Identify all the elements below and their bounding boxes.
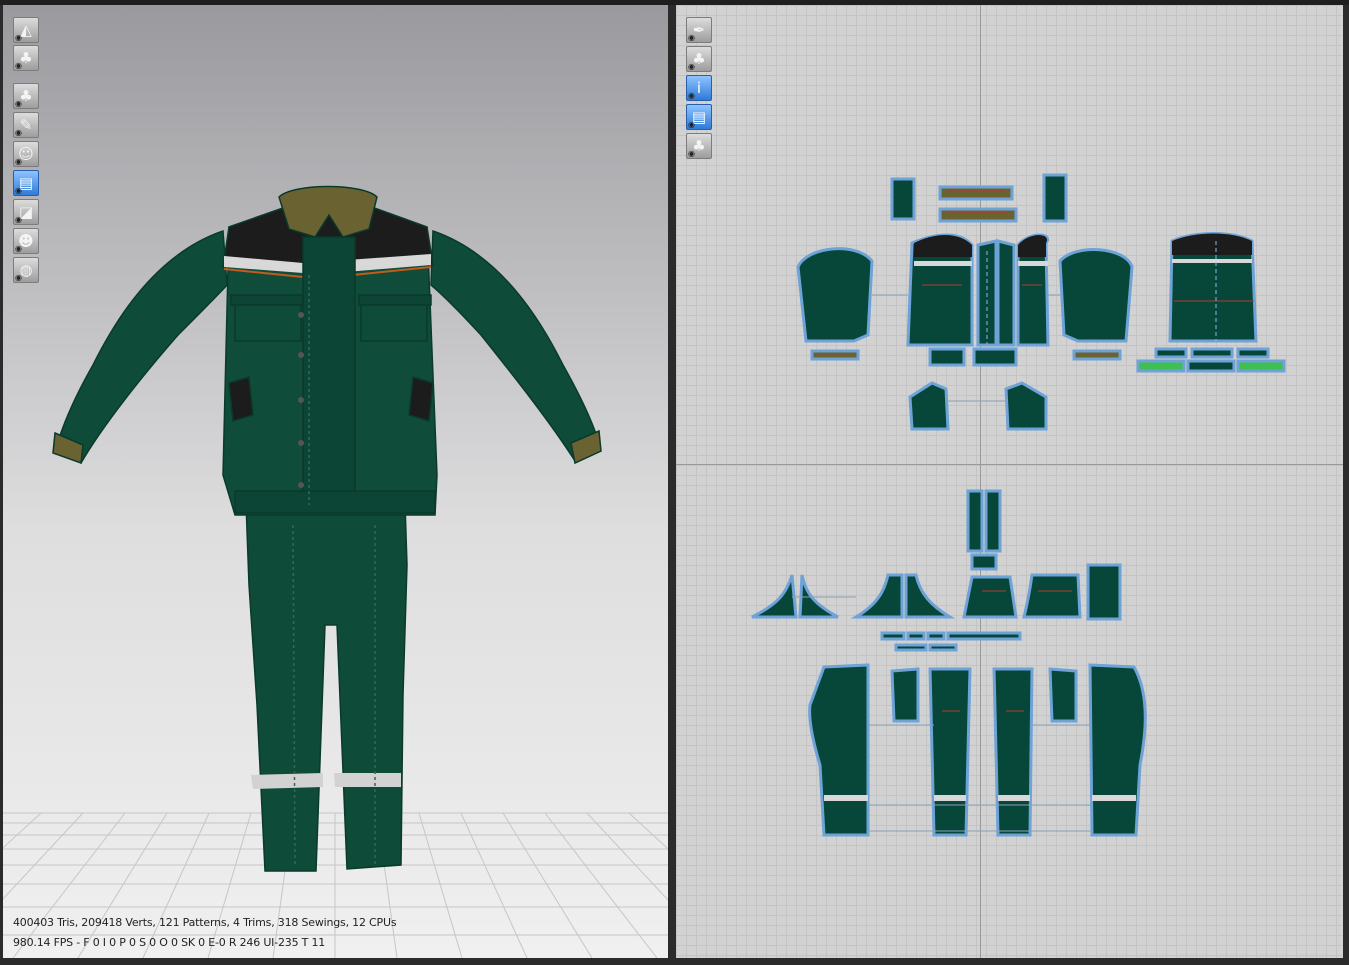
2d-pattern-viewport[interactable]: ✒ ◉ ♣ ◉ i ◉ ▤ ◉ ♣ ◉: [676, 5, 1343, 958]
trousers-patterns: [751, 489, 1147, 837]
pattern-layout: [751, 173, 1286, 837]
trousers-model: [245, 502, 408, 872]
performance-stats: 980.14 FPS - F 0 I 0 P 0 S 0 O 0 SK 0 E-…: [13, 936, 326, 949]
trousers-reflective-bands: [824, 795, 1136, 801]
scene-stats: 400403 Tris, 209418 Verts, 121 Patterns,…: [13, 916, 397, 929]
3d-scene: [3, 185, 668, 958]
jacket-patterns: [796, 173, 1286, 431]
3d-viewport[interactable]: ◭ ◉ ♣ ◉ ♣ ◉ ✎ ◉ ☺ ◉ ▤ ◉ ◪ ◉ ☻ ◉ ◍ ◉ 4004…: [3, 5, 668, 958]
jacket-model: [52, 185, 602, 516]
